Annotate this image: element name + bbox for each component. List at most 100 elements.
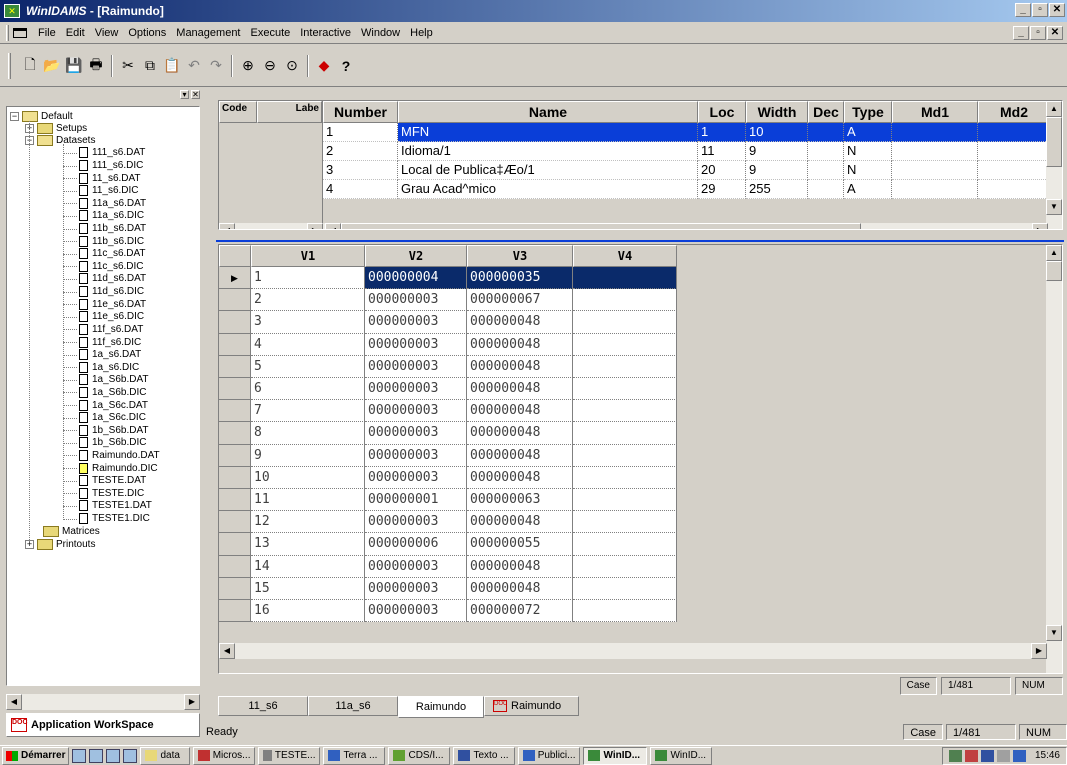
- var-cell[interactable]: [892, 180, 978, 199]
- var-header-dec[interactable]: Dec: [808, 101, 844, 123]
- row-selector[interactable]: ▶: [219, 267, 251, 290]
- tray-icon[interactable]: [964, 749, 978, 762]
- var-cell[interactable]: [978, 161, 1050, 180]
- data-cell[interactable]: 000000006: [365, 533, 467, 556]
- var-cell[interactable]: [978, 142, 1050, 161]
- var-cell[interactable]: 29: [698, 180, 746, 199]
- var-hscrollbar[interactable]: ◀ ▶ ◀ ▶: [219, 223, 1062, 229]
- save-icon[interactable]: 💾: [63, 55, 85, 77]
- mdi-minimize-button[interactable]: _: [1013, 26, 1029, 40]
- tree-item-printouts[interactable]: + Printouts: [25, 538, 95, 552]
- data-row[interactable]: 16 000000003 000000072: [219, 600, 677, 623]
- data-cell[interactable]: 14: [251, 555, 365, 578]
- data-hscrollbar[interactable]: ◀ ▶: [219, 643, 1047, 659]
- collapse-icon[interactable]: −: [10, 111, 19, 121]
- data-cell[interactable]: 000000003: [365, 333, 467, 356]
- desktop-icon[interactable]: [72, 748, 87, 763]
- data-cell[interactable]: [573, 378, 677, 401]
- browser-icon[interactable]: [123, 748, 138, 763]
- print-icon[interactable]: 🖶: [85, 55, 107, 77]
- start-button[interactable]: Démarrer: [2, 746, 70, 765]
- data-row[interactable]: 8 000000003 000000048: [219, 422, 677, 445]
- task-item[interactable]: CDS/I...: [388, 746, 451, 765]
- column-header-v4[interactable]: V4: [573, 245, 677, 267]
- tree-hscrollbar[interactable]: ◀ ▶: [6, 694, 200, 710]
- data-cell[interactable]: [573, 422, 677, 445]
- data-cell[interactable]: [573, 333, 677, 356]
- scroll-left-icon[interactable]: ◀: [6, 694, 22, 710]
- row-selector[interactable]: [219, 600, 251, 623]
- mdi-restore-button[interactable]: ▫: [1030, 26, 1046, 40]
- var-cell[interactable]: [808, 161, 844, 180]
- data-cell[interactable]: 000000003: [365, 600, 467, 623]
- data-cell[interactable]: 8: [251, 422, 365, 445]
- menu-view[interactable]: View: [90, 27, 124, 39]
- zoom-out-icon[interactable]: ⊖: [259, 55, 281, 77]
- var-cell[interactable]: 9: [746, 142, 808, 161]
- row-selector[interactable]: [219, 466, 251, 489]
- menu-options[interactable]: Options: [123, 27, 171, 39]
- data-row[interactable]: 2 000000003 000000067: [219, 289, 677, 312]
- task-item[interactable]: Terra ...: [323, 746, 386, 765]
- data-cell[interactable]: [573, 444, 677, 467]
- data-row[interactable]: 12 000000003 000000048: [219, 511, 677, 534]
- scroll-up-icon[interactable]: ▲: [1046, 101, 1062, 117]
- task-item[interactable]: WinID...: [650, 746, 713, 765]
- new-icon[interactable]: 🗋: [19, 55, 41, 77]
- open-icon[interactable]: 📂: [41, 55, 63, 77]
- row-selector[interactable]: [219, 311, 251, 334]
- scroll-left-icon[interactable]: ◀: [219, 643, 235, 659]
- menu-edit[interactable]: Edit: [61, 27, 90, 39]
- var-cell[interactable]: Grau Acad^mico: [398, 180, 698, 199]
- row-selector[interactable]: [219, 422, 251, 445]
- zoom-in-icon[interactable]: ⊕: [237, 55, 259, 77]
- data-cell[interactable]: 000000003: [365, 555, 467, 578]
- data-cell[interactable]: 16: [251, 600, 365, 623]
- var-cell[interactable]: [978, 123, 1050, 142]
- menu-window[interactable]: Window: [356, 27, 405, 39]
- data-cell[interactable]: 9: [251, 444, 365, 467]
- var-cell[interactable]: [808, 180, 844, 199]
- task-item[interactable]: Texto ...: [453, 746, 516, 765]
- data-cell[interactable]: 000000048: [467, 511, 573, 534]
- data-row[interactable]: 11 000000001 000000063: [219, 489, 677, 512]
- close-button[interactable]: ✕: [1049, 3, 1065, 17]
- task-item-active[interactable]: WinID...: [583, 746, 648, 765]
- data-cell[interactable]: 5: [251, 355, 365, 378]
- column-header-v1[interactable]: V1: [251, 245, 365, 267]
- tab-11a-s6[interactable]: 11a_s6: [308, 696, 398, 716]
- data-cell[interactable]: 1: [251, 267, 365, 290]
- var-cell[interactable]: A: [844, 180, 892, 199]
- menu-help[interactable]: Help: [405, 27, 438, 39]
- var-header-md1[interactable]: Md1: [892, 101, 978, 123]
- data-cell[interactable]: [573, 555, 677, 578]
- tab-11-s6[interactable]: 11_s6: [218, 696, 308, 716]
- tray-icon[interactable]: [1012, 749, 1026, 762]
- var-header-loc[interactable]: Loc: [698, 101, 746, 123]
- var-header-name[interactable]: Name: [398, 101, 698, 123]
- row-selector[interactable]: [219, 533, 251, 556]
- var-cell[interactable]: [808, 123, 844, 142]
- variable-row[interactable]: 1 MFN 1 10 A: [323, 123, 1062, 142]
- mdi-close-button[interactable]: ✕: [1047, 26, 1063, 40]
- language-icon[interactable]: [980, 749, 994, 762]
- data-cell[interactable]: 000000004: [365, 267, 467, 290]
- data-row[interactable]: 14 000000003 000000048: [219, 555, 677, 578]
- var-header-number[interactable]: Number: [323, 101, 398, 123]
- var-cell[interactable]: Idioma/1: [398, 142, 698, 161]
- data-cell[interactable]: 000000072: [467, 600, 573, 623]
- var-cell[interactable]: A: [844, 123, 892, 142]
- var-vscrollbar[interactable]: ▲ ▼: [1046, 101, 1062, 229]
- document-icon[interactable]: [13, 27, 27, 38]
- tree-item-matrices[interactable]: Matrices: [43, 524, 100, 538]
- data-cell[interactable]: [573, 355, 677, 378]
- var-header-type[interactable]: Type: [844, 101, 892, 123]
- var-cell[interactable]: 20: [698, 161, 746, 180]
- row-selector[interactable]: [219, 378, 251, 401]
- corner-header[interactable]: [219, 245, 251, 267]
- column-header-v3[interactable]: V3: [467, 245, 573, 267]
- var-cell[interactable]: [978, 180, 1050, 199]
- var-cell[interactable]: 1: [698, 123, 746, 142]
- data-cell[interactable]: 000000003: [365, 466, 467, 489]
- tab-raimundo-dict[interactable]: DOC Raimundo: [484, 696, 579, 716]
